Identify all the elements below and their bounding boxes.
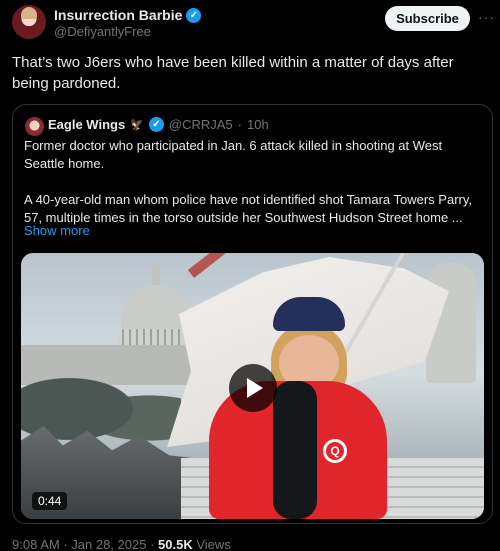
quoted-paragraph-2: A 40-year-old man whom police have not i… bbox=[24, 192, 473, 225]
video-player[interactable]: Q 0:44 bbox=[21, 253, 484, 519]
quoted-author-name[interactable]: Eagle Wings bbox=[48, 117, 125, 132]
quoted-verified-badge-icon: ✓ bbox=[148, 117, 164, 132]
post-date[interactable]: Jan 28, 2025 bbox=[71, 537, 146, 551]
more-options-icon[interactable]: ··· bbox=[478, 9, 495, 25]
quoted-post-header: Eagle Wings 🦅 ✓ @CRRJA5 · 10h bbox=[48, 117, 269, 132]
verified-badge-icon: ✓ bbox=[186, 7, 202, 23]
quoted-post[interactable]: Eagle Wings 🦅 ✓ @CRRJA5 · 10h Former doc… bbox=[12, 104, 493, 524]
eagle-emoji-icon: 🦅 bbox=[130, 119, 144, 131]
meta-separator-1: · bbox=[59, 537, 72, 551]
play-button[interactable] bbox=[229, 364, 277, 412]
header-separator: · bbox=[237, 117, 242, 132]
quoted-author-handle: @CRRJA5 bbox=[168, 117, 233, 132]
subscribe-button[interactable]: Subscribe bbox=[385, 6, 470, 31]
woman-hat bbox=[273, 297, 345, 331]
show-more-link[interactable]: Show more bbox=[24, 223, 90, 238]
q-badge-icon: Q bbox=[323, 439, 347, 463]
author-handle[interactable]: @DefiyantlyFree bbox=[54, 24, 151, 39]
views-label: Views bbox=[192, 537, 231, 551]
video-duration: 0:44 bbox=[32, 492, 68, 510]
woman-scarf bbox=[273, 381, 317, 519]
play-icon bbox=[247, 378, 263, 398]
post-metadata: 9:08 AM · Jan 28, 2025 · 50.5K Views bbox=[12, 537, 231, 551]
views-count[interactable]: 50.5K bbox=[158, 537, 193, 551]
quoted-author-avatar[interactable] bbox=[25, 117, 44, 136]
author-name-row: Insurrection Barbie ✓ bbox=[54, 7, 202, 23]
post-time[interactable]: 9:08 AM bbox=[12, 537, 60, 551]
author-avatar[interactable] bbox=[12, 5, 46, 39]
quoted-post-body: Former doctor who participated in Jan. 6… bbox=[24, 137, 484, 227]
author-name[interactable]: Insurrection Barbie bbox=[54, 7, 182, 23]
quoted-post-time[interactable]: 10h bbox=[247, 117, 269, 132]
quoted-paragraph-1: Former doctor who participated in Jan. 6… bbox=[24, 138, 443, 171]
meta-separator-2: · bbox=[146, 537, 159, 551]
post-text: That’s two J6ers who have been killed wi… bbox=[12, 54, 454, 92]
